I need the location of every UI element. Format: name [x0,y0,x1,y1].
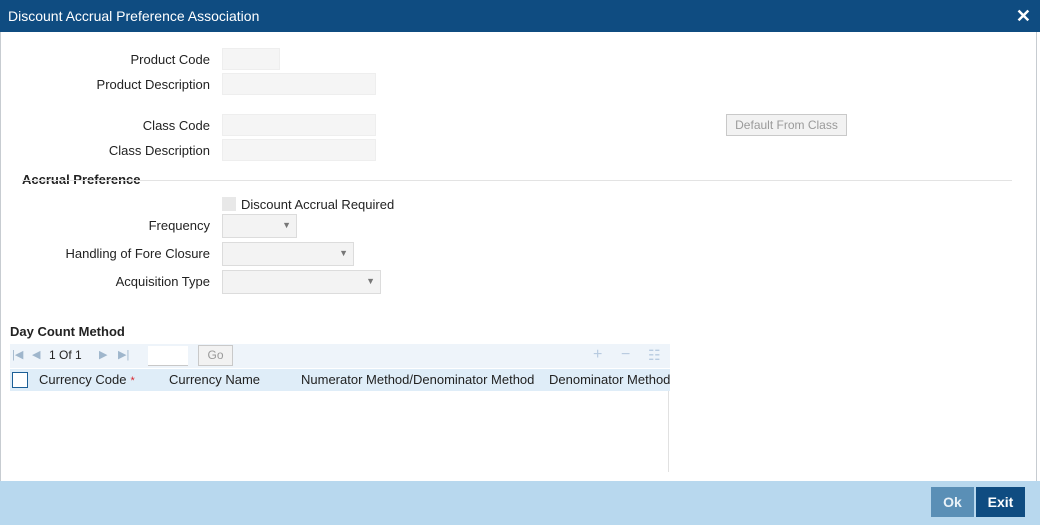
go-button[interactable]: Go [198,345,233,366]
column-settings-icon[interactable]: ☷ [648,347,661,364]
fore-closure-label: Handling of Fore Closure [65,246,210,261]
grid-body [10,391,669,472]
ok-button[interactable]: Ok [931,487,974,517]
close-icon[interactable]: ✕ [1016,6,1031,26]
class-description-label: Class Description [108,143,210,158]
pager-status: 1 Of 1 [49,348,82,362]
chevron-down-icon: ▼ [366,276,375,286]
title-bar: Discount Accrual Preference Association … [0,0,1040,32]
required-marker: * [130,375,135,387]
chevron-down-icon: ▼ [339,248,348,258]
first-page-icon[interactable]: |◀ [12,348,23,361]
class-code-label: Class Code [142,118,210,133]
day-count-method-section-title: Day Count Method [10,324,125,339]
frequency-select[interactable]: ▼ [222,214,297,238]
column-currency-code[interactable]: Currency Code * [39,372,135,387]
acquisition-type-label: Acquisition Type [115,274,210,289]
grid-header: Currency Code * Currency Name Numerator M… [10,369,670,391]
discount-accrual-required-label: Discount Accrual Required [241,197,395,212]
grid-toolbar: |◀ ◀ 1 Of 1 ▶ ▶| Go + − ☷ [10,344,670,368]
class-description-input[interactable] [222,139,376,161]
next-page-icon[interactable]: ▶ [99,348,107,361]
product-description-label: Product Description [96,77,210,92]
section-divider [22,180,1012,181]
page-number-input[interactable] [148,346,188,366]
select-all-checkbox[interactable] [12,372,28,388]
acquisition-type-select[interactable]: ▼ [222,270,381,294]
prev-page-icon[interactable]: ◀ [32,348,40,361]
column-currency-name[interactable]: Currency Name [169,372,260,387]
product-description-input[interactable] [222,73,376,95]
total-pages: 1 [75,348,82,362]
column-denominator-method[interactable]: Denominator Method [549,372,670,387]
add-row-icon[interactable]: + [593,346,602,364]
frequency-label: Frequency [148,218,210,233]
column-numerator-denominator-method[interactable]: Numerator Method/Denominator Method [301,372,534,387]
class-code-input[interactable] [222,114,376,136]
footer-bar [0,481,1040,525]
current-page: 1 [49,348,56,362]
product-code-label: Product Code [130,52,211,67]
window-title: Discount Accrual Preference Association [8,8,260,24]
last-page-icon[interactable]: ▶| [118,348,129,361]
product-code-input[interactable] [222,48,280,70]
default-from-class-button[interactable]: Default From Class [726,114,847,136]
delete-row-icon[interactable]: − [621,346,630,364]
fore-closure-select[interactable]: ▼ [222,242,354,266]
chevron-down-icon: ▼ [282,220,291,230]
discount-accrual-required-checkbox[interactable] [222,197,236,211]
of-label: Of [59,348,72,362]
exit-button[interactable]: Exit [976,487,1025,517]
